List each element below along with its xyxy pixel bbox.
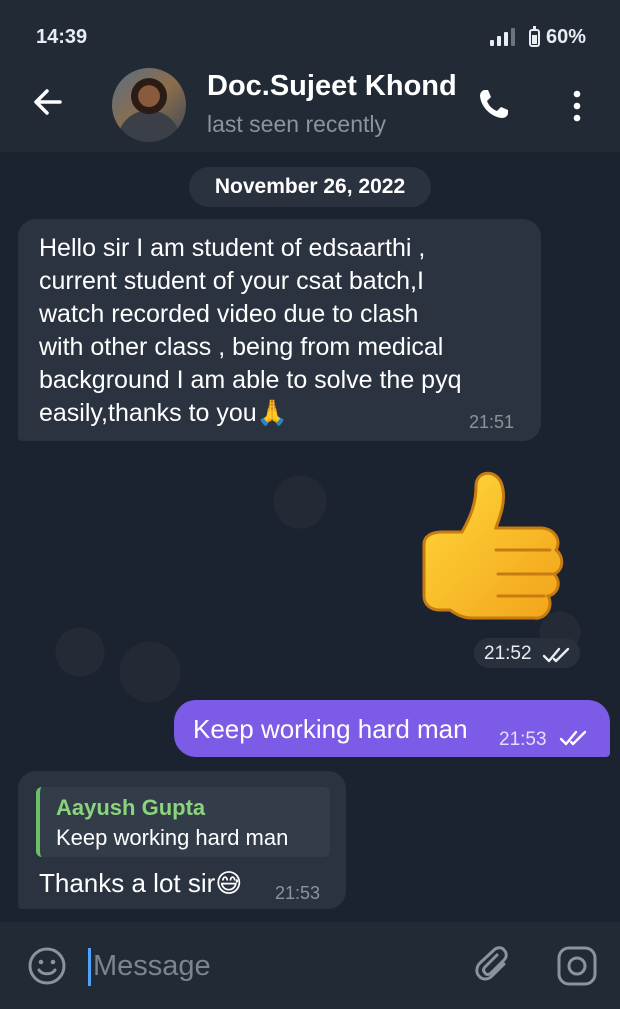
- battery-icon: [528, 25, 540, 47]
- contact-name[interactable]: Doc.Sujeet Khond: [207, 70, 459, 103]
- status-indicators: 60%: [489, 25, 586, 49]
- message-text: Thanks a lot sir😅: [39, 868, 243, 898]
- message-bubble-incoming[interactable]: Hello sir I am student of edsaarthi , cu…: [18, 219, 541, 441]
- reply-author: Aayush Gupta: [56, 795, 206, 820]
- reply-quote[interactable]: Aayush Gupta Keep working hard man: [36, 787, 330, 857]
- message-time: 21:51: [469, 412, 515, 432]
- phone-icon[interactable]: [476, 86, 512, 122]
- attach-icon[interactable]: [474, 946, 514, 986]
- double-check-icon: [559, 730, 587, 746]
- thumbs-up-sticker[interactable]: [410, 468, 570, 638]
- battery-percent: 60%: [545, 26, 586, 48]
- message-time: 21:52: [484, 643, 532, 664]
- contact-status: last seen recently: [207, 111, 386, 137]
- back-arrow-icon[interactable]: [30, 84, 66, 120]
- date-separator: November 26, 2022: [189, 167, 431, 207]
- contact-avatar[interactable]: [112, 68, 186, 142]
- text-cursor: [88, 948, 91, 986]
- reply-text: Keep working hard man: [56, 825, 289, 850]
- double-check-icon: [542, 647, 570, 663]
- message-time: 21:53: [499, 729, 547, 750]
- message-text: Hello sir I am student of edsaarthi , cu…: [39, 234, 462, 427]
- status-time: 14:39: [36, 26, 88, 48]
- message-input[interactable]: Message: [93, 950, 211, 983]
- emoji-icon[interactable]: [27, 946, 67, 986]
- signal-icon: [489, 27, 515, 46]
- message-time: 21:53: [275, 883, 321, 903]
- message-text: Keep working hard man: [193, 714, 468, 744]
- message-bubble-incoming[interactable]: Aayush Gupta Keep working hard man Thank…: [18, 771, 346, 909]
- message-bubble-outgoing[interactable]: Keep working hard man 21:53: [174, 700, 610, 757]
- more-menu-icon[interactable]: [567, 88, 587, 124]
- camera-icon[interactable]: [556, 945, 598, 987]
